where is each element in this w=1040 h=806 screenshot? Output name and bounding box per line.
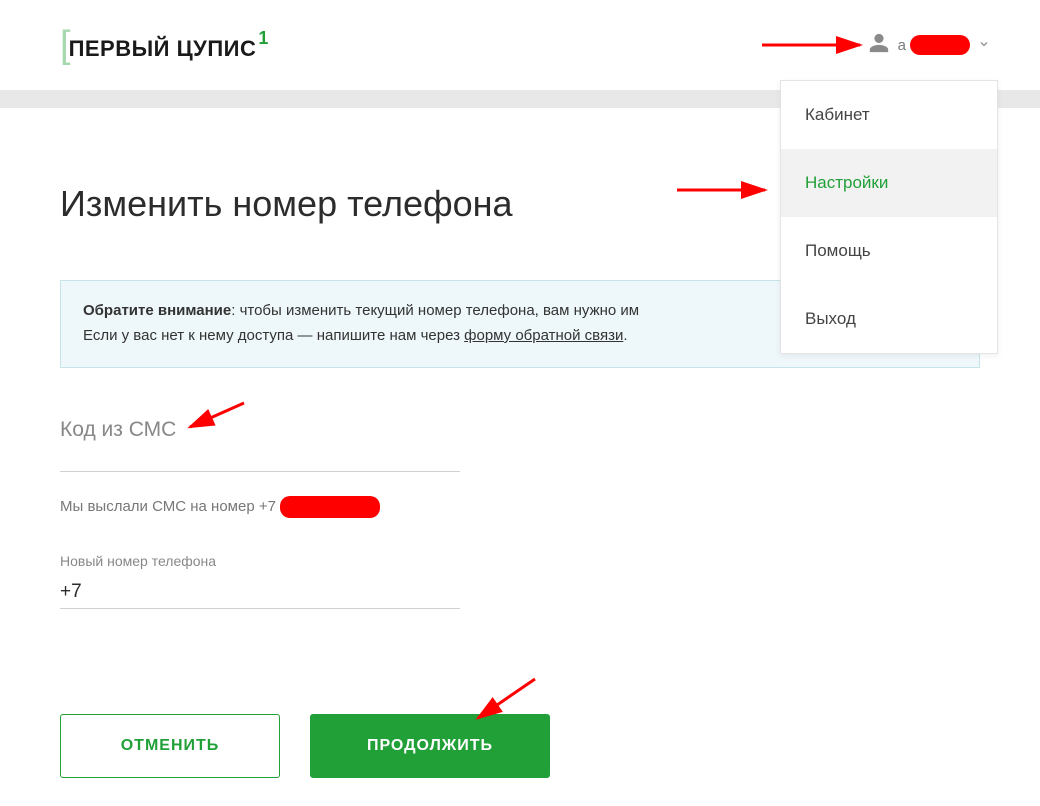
chevron-down-icon	[978, 38, 990, 53]
new-phone-label: Новый номер телефона	[60, 553, 980, 569]
feedback-form-link[interactable]: форму обратной связи	[464, 327, 623, 344]
sms-code-label: Код из СМС	[60, 418, 980, 442]
logo-text: ПЕРВЫЙ ЦУПИС	[69, 26, 257, 62]
dropdown-item-cabinet[interactable]: Кабинет	[781, 81, 997, 149]
cancel-button[interactable]: ОТМЕНИТЬ	[60, 714, 280, 778]
sms-sent-text: Мы выслали СМС на номер +7	[60, 496, 980, 518]
notice-bold: Обратите внимание	[83, 302, 231, 319]
button-row: ОТМЕНИТЬ ПРОДОЛЖИТЬ	[60, 714, 550, 778]
notice-after: .	[623, 327, 627, 344]
dropdown-item-help[interactable]: Помощь	[781, 217, 997, 285]
dropdown-item-logout[interactable]: Выход	[781, 285, 997, 353]
logo[interactable]: [ ПЕРВЫЙ ЦУПИС 1	[60, 26, 268, 64]
header: [ ПЕРВЫЙ ЦУПИС 1 а	[0, 0, 1040, 90]
notice-text1: : чтобы изменить текущий номер телефона,…	[231, 302, 639, 319]
sms-code-section: Код из СМС	[60, 418, 980, 472]
sms-code-input[interactable]	[60, 452, 460, 472]
phone-redacted	[280, 496, 380, 518]
user-dropdown: Кабинет Настройки Помощь Выход	[780, 80, 998, 354]
new-phone-section: Новый номер телефона	[60, 553, 980, 609]
notice-text2: Если у вас нет к нему доступа — напишите…	[83, 327, 464, 344]
user-name-redacted	[910, 35, 970, 55]
new-phone-input[interactable]	[60, 577, 460, 609]
sms-sent-prefix: Мы выслали СМС на номер +7	[60, 498, 276, 515]
user-name-letter: а	[898, 37, 906, 54]
continue-button[interactable]: ПРОДОЛЖИТЬ	[310, 714, 550, 778]
logo-super: 1	[258, 28, 268, 49]
user-menu-toggle[interactable]: а	[868, 32, 990, 59]
user-icon	[868, 32, 890, 59]
logo-bracket-icon: [	[60, 26, 71, 64]
dropdown-item-settings[interactable]: Настройки	[781, 149, 997, 217]
